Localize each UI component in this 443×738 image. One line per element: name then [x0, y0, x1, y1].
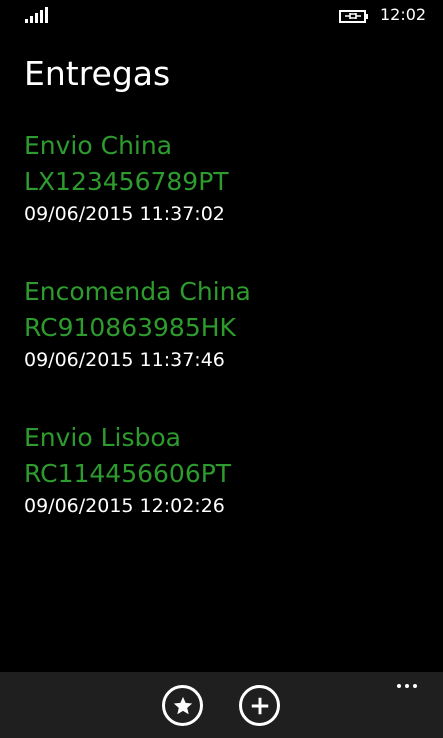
add-button[interactable] — [239, 685, 280, 726]
delivery-date: 09/06/2015 11:37:02 — [24, 203, 225, 225]
signal-strength-icon — [25, 6, 49, 23]
tracking-code: RC910863985HK — [24, 313, 236, 342]
app-bar — [0, 672, 443, 738]
star-icon — [173, 696, 192, 714]
tracking-code: RC114456606PT — [24, 459, 232, 488]
plus-icon — [251, 697, 268, 714]
delivery-name: Envio Lisboa — [24, 423, 182, 452]
favorites-button[interactable] — [162, 685, 203, 726]
delivery-item[interactable]: Encomenda China RC910863985HK 09/06/2015… — [24, 274, 424, 420]
status-time: 12:02 — [380, 5, 427, 24]
battery-charging-icon — [339, 8, 369, 23]
status-bar: 12:02 — [0, 0, 443, 32]
delivery-date: 09/06/2015 11:37:46 — [24, 349, 225, 371]
delivery-list: Envio China LX123456789PT 09/06/2015 11:… — [24, 128, 424, 566]
delivery-name: Encomenda China — [24, 277, 251, 306]
delivery-name: Envio China — [24, 131, 173, 160]
delivery-item[interactable]: Envio China LX123456789PT 09/06/2015 11:… — [24, 128, 424, 274]
ellipsis-icon — [397, 684, 401, 688]
delivery-date: 09/06/2015 12:02:26 — [24, 495, 225, 517]
page-title: Entregas — [24, 54, 171, 93]
more-options-button[interactable] — [394, 680, 424, 694]
tracking-code: LX123456789PT — [24, 167, 229, 196]
delivery-item[interactable]: Envio Lisboa RC114456606PT 09/06/2015 12… — [24, 420, 424, 566]
